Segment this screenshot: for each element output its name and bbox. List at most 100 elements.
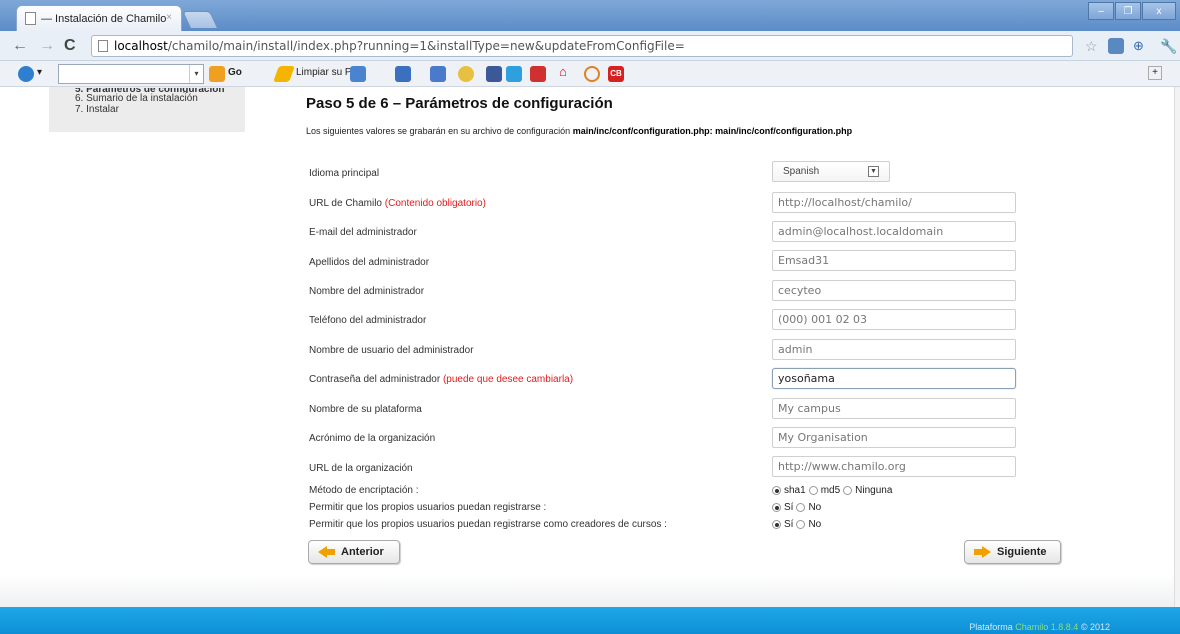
chrome-extension-icon[interactable]: ⊕ (1133, 36, 1144, 56)
selfreg-option-no[interactable]: No (796, 502, 821, 513)
add-icon[interactable]: + (1148, 66, 1162, 80)
url-label: URL de Chamilo (Contenido obligatorio) (309, 198, 486, 209)
admin-phone-input[interactable]: (000) 001 02 03 (772, 309, 1016, 330)
close-window-button[interactable]: x (1142, 2, 1176, 20)
wrench-icon[interactable]: 🔧 (1160, 36, 1177, 56)
install-steps-menu: 5. Parámetros de configuración 6. Sumari… (49, 87, 245, 132)
browser-tab[interactable]: — Instalación de Chamilo × (16, 5, 182, 31)
selfreg-teacher-option-no[interactable]: No (796, 519, 821, 530)
selfreg-option-yes[interactable]: Sí (772, 502, 793, 513)
selfreg-label: Permitir que los propios usuarios puedan… (309, 502, 547, 513)
admin-firstname-input[interactable]: cecyteo (772, 280, 1016, 301)
target-icon[interactable] (584, 66, 600, 82)
car-icon[interactable] (395, 66, 411, 82)
footer-copyright: © 2012 (1080, 622, 1110, 632)
toolbar-search-input[interactable]: ▾ (58, 64, 204, 84)
url-path: /chamilo/main/install/index.php?running=… (167, 39, 685, 53)
chevron-down-icon[interactable]: ▼ (868, 166, 879, 177)
minimize-button[interactable]: – (1088, 2, 1114, 20)
radio[interactable] (808, 486, 818, 495)
selfreg-teacher-option-yes[interactable]: Sí (772, 519, 793, 530)
radio-selected[interactable] (772, 520, 781, 529)
platform-name-input[interactable]: My campus (772, 398, 1016, 419)
star-icon[interactable]: ☆ (1085, 36, 1098, 56)
encrypt-option-none[interactable]: Ninguna (843, 485, 892, 496)
arrow-left-icon (318, 546, 336, 558)
chevron-down-icon[interactable]: ▾ (189, 65, 203, 83)
page-scrollbar[interactable] (1174, 87, 1180, 607)
radio[interactable] (796, 503, 806, 512)
address-bar[interactable]: localhost/chamilo/main/install/index.php… (91, 35, 1073, 57)
next-button-label: Siguiente (997, 546, 1047, 558)
tab-close-icon[interactable]: × (166, 12, 172, 23)
play-icon[interactable] (530, 66, 546, 82)
admin-username-input[interactable]: admin (772, 339, 1016, 360)
browser-navbar: ← → C localhost/chamilo/main/install/ind… (0, 31, 1180, 61)
password-hint: (puede que desee cambiarla) (442, 374, 574, 385)
search-engine-icon[interactable] (209, 66, 225, 82)
required-note: (Contenido obligatorio) (384, 198, 486, 209)
admin-lastname-input[interactable]: Emsad31 (772, 250, 1016, 271)
footer-platform: Plataforma (969, 622, 1013, 632)
selfreg-radio-group: Sí No (772, 502, 824, 513)
page-bottom-band (0, 575, 1174, 607)
go-button[interactable]: Go (228, 67, 242, 78)
new-tab-button[interactable] (182, 11, 218, 28)
toolbar-logo-dropdown-icon[interactable]: ▾ (37, 67, 42, 78)
encrypt-option-sha1[interactable]: sha1 (772, 485, 806, 496)
step-6-item: 6. Sumario de la instalación (75, 93, 198, 104)
intro-sentence: Los siguientes valores se grabarán en su… (306, 126, 571, 136)
email-label: E-mail del administrador (309, 227, 417, 238)
reload-icon[interactable]: C (64, 36, 76, 56)
window-controls: – ❐ x (1088, 2, 1176, 20)
firstname-label: Nombre del administrador (309, 286, 425, 297)
selfreg-teacher-label: Permitir que los propios usuarios puedan… (309, 519, 667, 530)
extension-toolbar: ▾ ▾ Go Limpiar su PC ⌂ CB + (0, 61, 1180, 87)
next-button[interactable]: Siguiente (964, 540, 1061, 564)
radio[interactable] (796, 520, 806, 529)
page-icon (98, 40, 108, 52)
monitor-icon[interactable] (350, 66, 366, 82)
game-icon[interactable] (430, 66, 446, 82)
option-label: No (808, 519, 822, 530)
chamilo-url-input[interactable]: http://localhost/chamilo/ (772, 192, 1016, 213)
page-icon (25, 12, 36, 25)
password-label: Contraseña del administrador (puede que … (309, 374, 573, 385)
facebook-icon[interactable] (486, 66, 502, 82)
radio-selected[interactable] (772, 503, 781, 512)
home-icon[interactable]: ⌂ (559, 64, 567, 79)
toolbar-logo-icon[interactable] (18, 66, 34, 82)
admin-password-input[interactable]: yosoñama (772, 368, 1016, 389)
lastname-label: Apellidos del administrador (309, 257, 430, 268)
org-acronym-input[interactable]: My Organisation (772, 427, 1016, 448)
cb-icon[interactable]: CB (608, 66, 624, 82)
option-label: No (808, 502, 822, 513)
config-file-path: main/inc/conf/configuration.php: main/in… (572, 126, 853, 136)
language-label: Idioma principal (309, 168, 380, 179)
encrypt-option-md5[interactable]: md5 (808, 485, 841, 496)
page-title: Paso 5 de 6 – Parámetros de configuració… (306, 95, 613, 112)
admin-email-input[interactable]: admin@localhost.localdomain (772, 221, 1016, 242)
footer-product-link[interactable]: Chamilo 1.8.8.4 (1015, 622, 1078, 632)
maximize-button[interactable]: ❐ (1115, 2, 1141, 20)
acronym-label: Acrónimo de la organización (309, 433, 436, 444)
phone-label: Teléfono del administrador (309, 315, 427, 326)
page-content: 5. Parámetros de configuración 6. Sumari… (0, 87, 1174, 607)
extension-icon[interactable] (1108, 38, 1124, 54)
back-arrow-icon[interactable]: ← (12, 36, 28, 56)
ball-icon[interactable] (458, 66, 474, 82)
language-value: Spanish (783, 166, 820, 177)
twitter-icon[interactable] (506, 66, 522, 82)
option-label: md5 (820, 485, 841, 496)
org-url-input[interactable]: http://www.chamilo.org (772, 456, 1016, 477)
radio-selected[interactable] (772, 486, 781, 495)
footer-credits: Plataforma Chamilo 1.8.8.4 © 2012 (969, 622, 1110, 632)
option-label: Sí (784, 519, 794, 530)
previous-button[interactable]: Anterior (308, 540, 400, 564)
language-select[interactable]: Spanish ▼ (772, 161, 890, 182)
browser-titlebar: — Instalación de Chamilo × – ❐ x (0, 0, 1180, 31)
forward-arrow-icon[interactable]: → (39, 36, 55, 56)
radio[interactable] (843, 486, 853, 495)
password-label-text: Contraseña del administrador (309, 374, 441, 385)
cleaner-icon (273, 66, 295, 82)
